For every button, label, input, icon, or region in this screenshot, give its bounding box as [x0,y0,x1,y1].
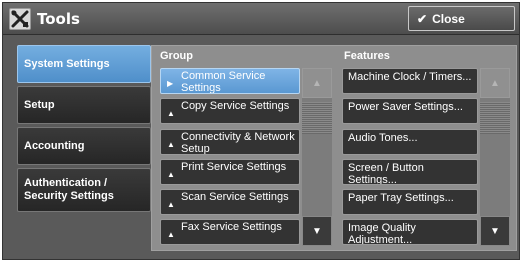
group-scroll-thumb[interactable] [302,102,332,134]
close-label: Close [432,11,465,26]
feature-screen-button[interactable]: Screen / Button Settings... [342,159,478,185]
tab-authentication-security[interactable]: Authentication / Security Settings [17,168,151,212]
tab-accounting[interactable]: Accounting [17,127,151,165]
feature-power-saver[interactable]: Power Saver Settings... [342,98,478,124]
feature-machine-clock[interactable]: Machine Clock / Timers... [342,68,478,94]
group-item-label: Copy Service Settings [181,100,290,112]
group-item-scan-service[interactable]: ▲ Scan Service Settings [160,189,300,215]
group-item-copy-service[interactable]: ▲ Copy Service Settings [160,98,300,124]
group-scroll-up-button[interactable]: ▲ [302,68,332,98]
group-header: Group [160,50,193,62]
feature-label: Image Quality Adjustment... [348,222,416,245]
group-list: ▶ Common Service Settings ▲ Copy Service… [160,68,300,248]
tools-icon [9,8,31,30]
features-scroll-up-button[interactable]: ▲ [480,68,510,98]
tab-label: System Settings [24,57,110,70]
category-tabs: System Settings Setup Accounting Authent… [17,45,151,215]
triangle-up-icon: ▲ [167,230,175,239]
group-item-connectivity[interactable]: ▲ Connectivity & Network Setup [160,129,300,155]
features-scroll-down-button[interactable]: ▼ [480,216,510,246]
group-item-common-service[interactable]: ▶ Common Service Settings [160,68,300,94]
tab-label: Setup [24,98,55,111]
tab-setup[interactable]: Setup [17,86,151,124]
group-item-label: Fax Service Settings [181,221,282,233]
feature-audio-tones[interactable]: Audio Tones... [342,129,478,155]
tab-label: Authentication / Security Settings [24,177,114,202]
triangle-up-icon: ▲ [490,77,500,89]
feature-image-quality[interactable]: Image Quality Adjustment... [342,219,478,245]
triangle-up-icon: ▲ [312,77,322,89]
triangle-up-icon: ▲ [167,170,175,179]
tab-system-settings[interactable]: System Settings [17,45,151,83]
settings-panel: Group Features ▶ Common Service Settings… [151,45,517,251]
group-item-label: Common Service Settings [181,70,266,94]
close-button[interactable]: ✔ Close [408,6,515,31]
feature-label: Paper Tray Settings... [348,192,454,204]
group-item-print-service[interactable]: ▲ Print Service Settings [160,159,300,185]
feature-label: Machine Clock / Timers... [348,71,472,83]
feature-label: Screen / Button Settings... [348,162,424,185]
triangle-up-icon: ▲ [167,200,175,209]
features-list: Machine Clock / Timers... Power Saver Se… [342,68,478,248]
features-scrollbar[interactable]: ▲ ▼ [480,68,510,246]
tab-label: Accounting [24,139,85,152]
group-scrollbar[interactable]: ▲ ▼ [302,68,332,246]
features-header: Features [344,50,390,62]
feature-label: Power Saver Settings... [348,101,463,113]
triangle-up-icon: ▲ [167,140,175,149]
feature-paper-tray[interactable]: Paper Tray Settings... [342,189,478,215]
play-arrow-icon: ▶ [167,79,174,88]
group-item-label: Scan Service Settings [181,191,289,203]
features-scroll-thumb[interactable] [480,102,510,134]
feature-label: Audio Tones... [348,132,418,144]
group-item-label: Connectivity & Network Setup [181,131,295,155]
tools-window: Tools ✔ Close System Settings Setup Acco… [2,2,520,260]
window-title: Tools [37,10,80,28]
check-icon: ✔ [417,11,428,26]
title-bar: Tools ✔ Close [3,3,519,35]
triangle-up-icon: ▲ [167,109,175,118]
group-item-label: Print Service Settings [181,161,287,173]
triangle-down-icon: ▼ [490,225,500,237]
group-scroll-down-button[interactable]: ▼ [302,216,332,246]
triangle-down-icon: ▼ [312,225,322,237]
group-item-fax-service[interactable]: ▲ Fax Service Settings [160,219,300,245]
